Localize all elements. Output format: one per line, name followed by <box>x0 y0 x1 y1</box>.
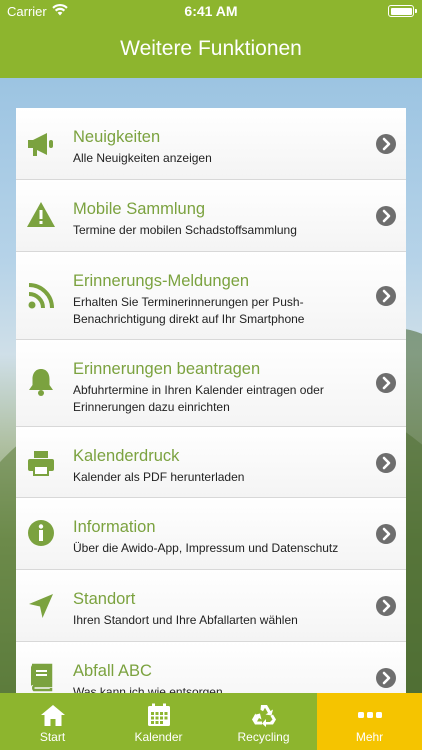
recycling-icon <box>251 703 277 727</box>
book-icon <box>26 662 56 692</box>
menu-item-subtitle: Erhalten Sie Terminerinnerungen per Push… <box>73 295 305 326</box>
menu-item-title: Abfall ABC <box>73 662 152 680</box>
menu-item-erinnerungs-meldungen[interactable]: Erinnerungs-Meldungen Erhalten Sie Termi… <box>16 252 406 340</box>
header-bar: Weitere Funktionen <box>0 22 422 78</box>
chevron-right-icon <box>376 453 396 473</box>
warning-icon <box>26 200 56 230</box>
clock: 6:41 AM <box>184 3 238 19</box>
menu-item-title: Neuigkeiten <box>73 128 161 146</box>
location-arrow-icon <box>26 591 56 621</box>
info-icon <box>26 518 56 548</box>
menu-item-subtitle: Über die Awido-App, Impressum und Datens… <box>73 541 339 555</box>
menu-item-mobile-sammlung[interactable]: Mobile Sammlung Termine der mobilen Scha… <box>16 180 406 252</box>
tab-label: Kalender <box>134 730 183 744</box>
tab-label: Start <box>39 730 66 744</box>
menu-item-title: Erinnerungs-Meldungen <box>73 272 250 290</box>
megaphone-icon <box>26 129 56 159</box>
menu-item-title: Standort <box>73 590 136 608</box>
menu-list: Neuigkeiten Alle Neuigkeiten anzeigen Mo… <box>16 108 406 693</box>
tab-recycling[interactable]: Recycling <box>211 693 316 750</box>
battery-icon <box>388 5 417 17</box>
menu-item-information[interactable]: Information Über die Awido-App, Impressu… <box>16 498 406 570</box>
menu-item-subtitle: Ihren Standort und Ihre Abfallarten wähl… <box>73 613 298 627</box>
tab-bar: Start Kalender Recycling Mehr <box>0 693 422 750</box>
menu-item-title: Information <box>73 518 156 536</box>
more-icon <box>357 703 383 727</box>
chevron-right-icon <box>376 668 396 688</box>
printer-icon <box>26 448 56 478</box>
status-bar: Carrier 6:41 AM <box>0 0 422 22</box>
chevron-right-icon <box>376 286 396 306</box>
chevron-right-icon <box>376 524 396 544</box>
menu-item-kalenderdruck[interactable]: Kalenderdruck Kalender als PDF herunterl… <box>16 427 406 498</box>
menu-item-subtitle: Was kann ich wie entsorgen <box>73 685 223 693</box>
tab-kalender[interactable]: Kalender <box>106 693 211 750</box>
chevron-right-icon <box>376 373 396 393</box>
rss-icon <box>26 281 56 311</box>
tab-start[interactable]: Start <box>0 693 105 750</box>
menu-item-neuigkeiten[interactable]: Neuigkeiten Alle Neuigkeiten anzeigen <box>16 108 406 180</box>
calendar-icon <box>146 703 172 727</box>
menu-item-standort[interactable]: Standort Ihren Standort und Ihre Abfalla… <box>16 570 406 642</box>
chevron-right-icon <box>376 134 396 154</box>
menu-item-title: Mobile Sammlung <box>73 200 206 218</box>
menu-item-title: Erinnerungen beantragen <box>73 360 261 378</box>
chevron-right-icon <box>376 206 396 226</box>
tab-label: Recycling <box>237 730 290 744</box>
menu-item-abfall-abc[interactable]: Abfall ABC Was kann ich wie entsorgen <box>16 642 406 693</box>
menu-item-title: Kalenderdruck <box>73 447 180 465</box>
chevron-right-icon <box>376 596 396 616</box>
menu-item-erinnerungen-beantragen[interactable]: Erinnerungen beantragen Abfuhrtermine in… <box>16 340 406 427</box>
page-title: Weitere Funktionen <box>120 37 302 60</box>
bell-icon <box>26 367 56 397</box>
menu-item-subtitle: Abfuhrtermine in Ihren Kalender eintrage… <box>73 383 324 414</box>
menu-item-subtitle: Kalender als PDF herunterladen <box>73 470 245 484</box>
tab-mehr[interactable]: Mehr <box>317 693 422 750</box>
tab-label: Mehr <box>355 730 384 744</box>
menu-item-subtitle: Alle Neuigkeiten anzeigen <box>73 151 212 165</box>
menu-item-subtitle: Termine der mobilen Schadstoffsammlung <box>73 223 297 237</box>
home-icon <box>40 703 66 727</box>
